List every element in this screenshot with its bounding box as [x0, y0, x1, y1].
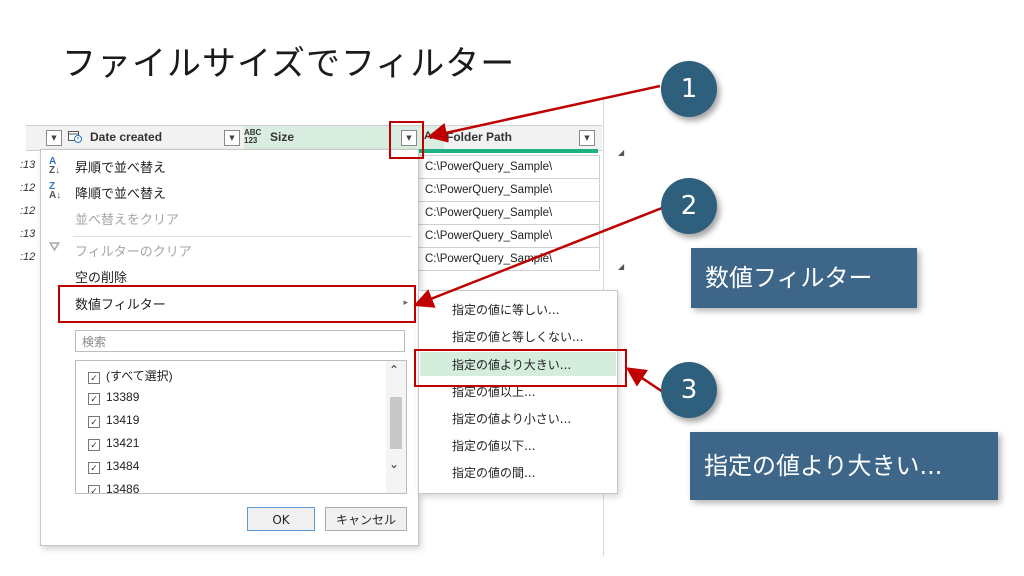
callout-number-3: 3 — [661, 362, 717, 418]
callout-label-greater-than: 指定の値より大きい... — [690, 432, 998, 500]
callout-number-2: 2 — [661, 178, 717, 234]
callout-label-number-filters: 数値フィルター — [691, 248, 917, 308]
callout-number-1: 1 — [661, 61, 717, 117]
